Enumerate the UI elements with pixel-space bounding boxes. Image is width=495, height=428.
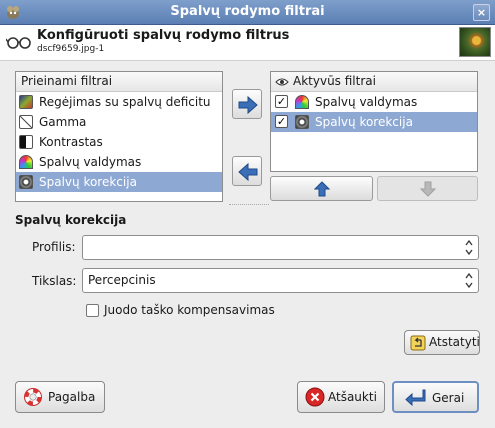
intent-value: Percepcinis (88, 273, 156, 287)
available-filters-header: Prieinami filtrai (16, 72, 222, 92)
glasses-icon (6, 37, 31, 49)
reset-label: Atstatyti (429, 335, 480, 349)
add-filter-button[interactable] (232, 89, 262, 119)
color-management-icon (295, 95, 309, 109)
dialog-title: Konfigūruoti spalvų rodymo filtrus (37, 28, 290, 43)
gamma-icon (19, 115, 33, 129)
available-item-gamma[interactable]: Gamma (16, 112, 222, 132)
profile-label: Profilis: (32, 240, 76, 254)
remove-filter-button[interactable] (232, 156, 262, 186)
cancel-button[interactable]: Atšaukti (297, 381, 385, 413)
arrow-right-icon (238, 95, 258, 115)
available-item-proof[interactable]: Spalvų korekcija (16, 172, 222, 192)
dialog-header: Konfigūruoti spalvų rodymo filtrus dscf9… (0, 25, 495, 61)
move-down-button[interactable] (377, 176, 478, 201)
available-item-color-management[interactable]: Spalvų valdymas (16, 152, 222, 172)
move-up-button[interactable] (270, 176, 373, 201)
intent-label: Tikslas: (32, 274, 77, 288)
active-filters-list[interactable]: Aktyvūs filtrai ✓ Spalvų valdymas ✓ Spal… (270, 71, 478, 172)
available-filters-list[interactable]: Prieinami filtrai Regėjimas su spalvų de… (15, 71, 223, 202)
available-item-color-deficient[interactable]: Regėjimas su spalvų deficitu (16, 92, 222, 112)
enter-arrow-icon (405, 389, 426, 406)
cancel-label: Atšaukti (328, 390, 377, 404)
eye-icon (275, 78, 289, 86)
arrow-up-icon (314, 181, 330, 197)
active-item-checkbox[interactable]: ✓ (275, 95, 288, 108)
updown-icon (465, 240, 473, 255)
lifebuoy-icon (24, 388, 42, 406)
color-deficient-icon (19, 95, 33, 109)
black-point-compensation-checkbox[interactable] (86, 304, 99, 317)
arrow-down-icon (420, 181, 436, 197)
available-item-contrast[interactable]: Kontrastas (16, 132, 222, 152)
ok-label: Gerai (432, 391, 465, 405)
proof-icon (19, 175, 33, 189)
pane-resize-handle[interactable] (229, 204, 269, 207)
black-point-compensation-label[interactable]: Juodo taško kompensavimas (104, 303, 275, 317)
image-name: dscf9659.jpg-1 (37, 44, 105, 54)
window-titlebar: Spalvų rodymo filtrai × (0, 0, 495, 25)
help-button[interactable]: Pagalba (15, 381, 105, 413)
intent-combo[interactable]: Percepcinis (82, 268, 479, 293)
contrast-icon (19, 135, 33, 149)
close-button[interactable]: × (473, 4, 490, 21)
window-title: Spalvų rodymo filtrai (170, 4, 325, 19)
cancel-icon (305, 387, 325, 407)
updown-icon (465, 273, 473, 288)
proof-icon (295, 115, 309, 129)
reset-icon (410, 335, 426, 351)
section-title: Spalvų korekcija (15, 213, 127, 227)
help-label: Pagalba (48, 390, 96, 404)
color-management-icon (19, 155, 33, 169)
reset-button[interactable]: Atstatyti (404, 330, 480, 355)
image-thumbnail (459, 27, 491, 57)
arrow-left-icon (238, 162, 258, 182)
profile-combo[interactable] (82, 235, 479, 260)
ok-button[interactable]: Gerai (392, 381, 479, 413)
active-filters-header: Aktyvūs filtrai (271, 72, 477, 92)
active-item-checkbox[interactable]: ✓ (275, 115, 288, 128)
active-item-proof[interactable]: ✓ Spalvų korekcija (271, 112, 477, 132)
active-item-color-management[interactable]: ✓ Spalvų valdymas (271, 92, 477, 112)
